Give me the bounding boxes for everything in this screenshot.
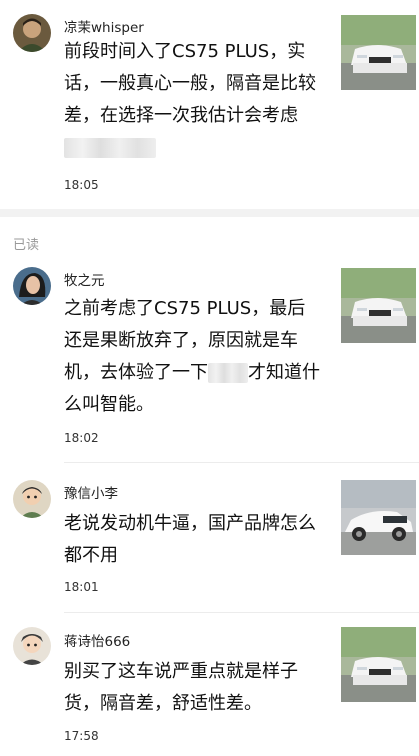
comment-username[interactable]: 蒋诗怡666	[64, 630, 130, 650]
comment-time: 18:01	[64, 580, 99, 594]
car-photo-thumbnail[interactable]	[341, 268, 416, 343]
comment-text: 之前考虑了CS75 PLUS，最后还是果断放弃了，原因就是车机，去体验了一下 才知…	[64, 293, 320, 421]
car-photo-thumbnail[interactable]	[341, 627, 416, 702]
comment-time: 17:58	[64, 729, 99, 743]
comment-time: 18:02	[64, 431, 99, 445]
comment-time: 18:05	[64, 178, 99, 192]
comment-item[interactable]: 豫信小李 老说发动机牛逼，国产品牌怎么都不用 18:01	[0, 463, 419, 611]
section-divider	[0, 209, 419, 217]
comment-username[interactable]: 牧之元	[64, 269, 105, 289]
blurred-text	[208, 363, 248, 383]
comment-username[interactable]: 凉茉whisper	[64, 16, 144, 36]
car-photo-thumbnail[interactable]	[341, 480, 416, 555]
avatar-cartoon-icon[interactable]	[13, 480, 51, 518]
comment-username[interactable]: 豫信小李	[64, 482, 118, 502]
read-section-label: 已读	[13, 238, 40, 253]
avatar-man-icon[interactable]	[13, 14, 51, 52]
comment-text: 别买了这车说严重点就是样子货，隔音差，舒适性差。	[64, 656, 320, 720]
blurred-text	[64, 138, 156, 158]
comment-text-content: 别买了这车说严重点就是样子货，隔音差，舒适性差。	[64, 661, 298, 714]
avatar-cartoon-boy-icon[interactable]	[13, 627, 51, 665]
car-photo-thumbnail[interactable]	[341, 15, 416, 90]
avatar-woman-icon[interactable]	[13, 267, 51, 305]
comment-feed: 凉茉whisper 前段时间入了CS75 PLUS，实话，一般真心一般，隔音是比…	[0, 0, 419, 756]
comment-item[interactable]: 牧之元 之前考虑了CS75 PLUS，最后还是果断放弃了，原因就是车机，去体验了…	[0, 255, 419, 460]
comment-text: 前段时间入了CS75 PLUS，实话，一般真心一般，隔音是比较差，在选择一次我估…	[64, 36, 320, 164]
comment-item[interactable]: 凉茉whisper 前段时间入了CS75 PLUS，实话，一般真心一般，隔音是比…	[0, 0, 419, 205]
comment-item[interactable]: 蒋诗怡666 别买了这车说严重点就是样子货，隔音差，舒适性差。 17:58	[0, 613, 419, 756]
comment-text-content: 前段时间入了CS75 PLUS，实话，一般真心一般，隔音是比较差，在选择一次我估…	[64, 41, 316, 126]
comment-text: 老说发动机牛逼，国产品牌怎么都不用	[64, 508, 320, 572]
comment-text-content: 老说发动机牛逼，国产品牌怎么都不用	[64, 513, 316, 566]
